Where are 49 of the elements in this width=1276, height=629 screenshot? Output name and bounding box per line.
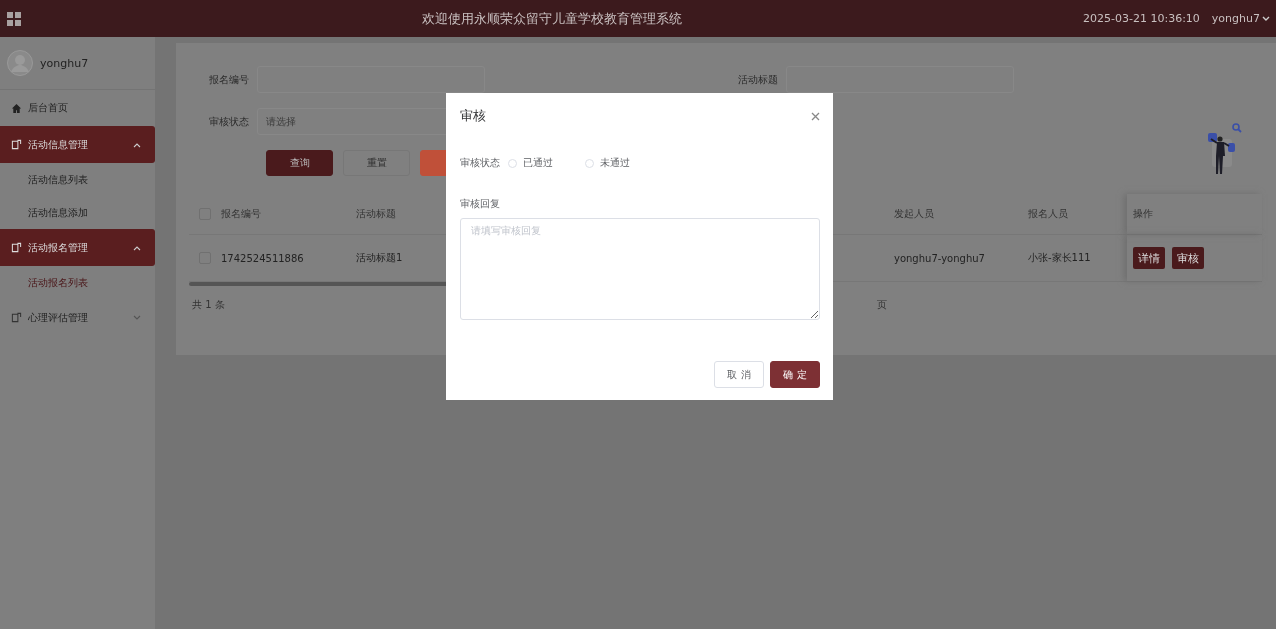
cancel-button[interactable]: 取 消 <box>714 361 764 388</box>
review-button[interactable]: 审核 <box>1172 247 1204 269</box>
system-title: 欢迎使用永顺荣众留守儿童学校教育管理系统 <box>421 9 683 28</box>
table-cell-text: 小张-家长111 <box>1028 251 1092 265</box>
sidebar-group[interactable]: 活动信息管理 <box>0 126 155 163</box>
column-header: 活动标题 <box>356 207 397 221</box>
radio-option[interactable]: 已通过 <box>508 156 585 170</box>
home-icon <box>11 102 22 114</box>
chevron-down-icon <box>133 314 141 321</box>
page-label: 页 <box>876 298 887 312</box>
sidebar-group[interactable]: 心理评估管理 <box>0 299 155 336</box>
sidebar-item[interactable]: 后台首页 <box>0 90 155 126</box>
document-icon <box>11 242 22 253</box>
field-label: 审核状态 <box>208 114 250 129</box>
input-field[interactable] <box>786 66 1014 93</box>
sidebar-subitem[interactable]: 活动报名列表 <box>0 266 155 299</box>
input-field[interactable] <box>257 66 485 93</box>
document-icon <box>11 312 22 323</box>
column-header: 操作 <box>1127 194 1262 234</box>
chevron-up-icon <box>133 244 141 251</box>
confirm-button[interactable]: 确 定 <box>770 361 820 388</box>
document-icon <box>11 139 22 150</box>
close-icon[interactable] <box>811 111 820 121</box>
radio-option[interactable]: 未通过 <box>585 156 662 170</box>
table-cell-text: 活动标题1 <box>356 251 404 265</box>
total-count: 共 1 条 <box>192 298 225 312</box>
field-label: 报名编号 <box>208 72 250 87</box>
sidebar-username: yonghu7 <box>40 56 89 70</box>
date-time: 2025-03-21 10:36:10 <box>1083 12 1200 25</box>
chevron-down-icon <box>1262 15 1270 22</box>
field-label: 审核状态 <box>460 156 500 170</box>
field-label: 审核回复 <box>460 197 501 211</box>
grid-menu-icon[interactable] <box>7 11 21 26</box>
chevron-up-icon <box>133 141 141 148</box>
user-menu[interactable]: yonghu7 <box>1211 12 1270 25</box>
search-button[interactable]: 查询 <box>266 150 333 176</box>
sidebar-subitem[interactable]: 活动信息添加 <box>0 196 155 229</box>
field-label: 活动标题 <box>737 72 779 87</box>
column-header: 报名编号 <box>221 207 262 221</box>
avatar-icon <box>7 50 33 76</box>
column-header: 报名人员 <box>1028 207 1069 221</box>
table-cell-text: 1742524511886 <box>221 252 305 264</box>
dialog-title: 审核 <box>460 107 486 125</box>
reset-button[interactable]: 重置 <box>343 150 410 176</box>
sidebar-group[interactable]: 活动报名管理 <box>0 229 155 266</box>
table-cell-text: yonghu7-yonghu7 <box>894 252 986 264</box>
sidebar-subitem[interactable]: 活动信息列表 <box>0 163 155 196</box>
detail-button[interactable]: 详情 <box>1133 247 1165 269</box>
column-header: 发起人员 <box>894 207 935 221</box>
